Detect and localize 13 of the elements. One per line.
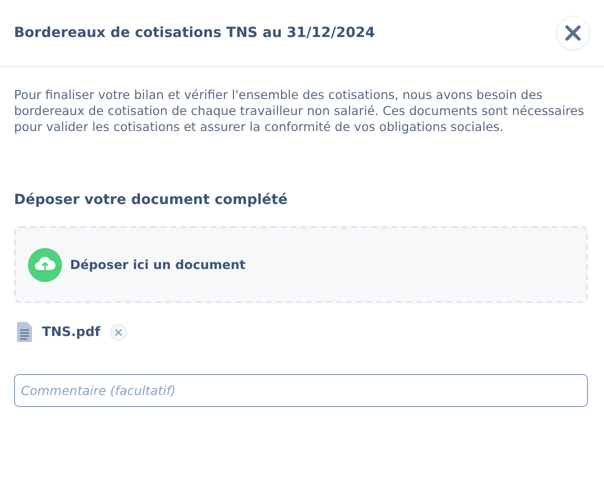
remove-file-button[interactable]: [110, 324, 128, 340]
cloud-upload-icon: [28, 248, 62, 282]
close-icon: [115, 328, 122, 336]
close-button[interactable]: [556, 16, 590, 50]
dropzone[interactable]: Déposer ici un document: [14, 226, 588, 303]
document-icon: [17, 322, 32, 342]
close-icon: [565, 25, 581, 41]
file-name: TNS.pdf: [42, 324, 100, 340]
section-heading: Déposer votre document complété: [14, 192, 289, 208]
dialog-title: Bordereaux de cotisations TNS au 31/12/2024: [14, 25, 375, 41]
comment-field[interactable]: Commentaire (facultatif): [14, 374, 588, 407]
description-text: Pour finaliser votre bilan et vérifier l'ensemble des cotisations, nous avons besoin des bordereaux de cotisation de chaque travailleur non salarié. Ces documents sont nécessaires pour valider les cotisations et assurer la conformité de vos obligations sociales.: [14, 87, 586, 135]
dropzone-label: Déposer ici un document: [70, 257, 246, 272]
